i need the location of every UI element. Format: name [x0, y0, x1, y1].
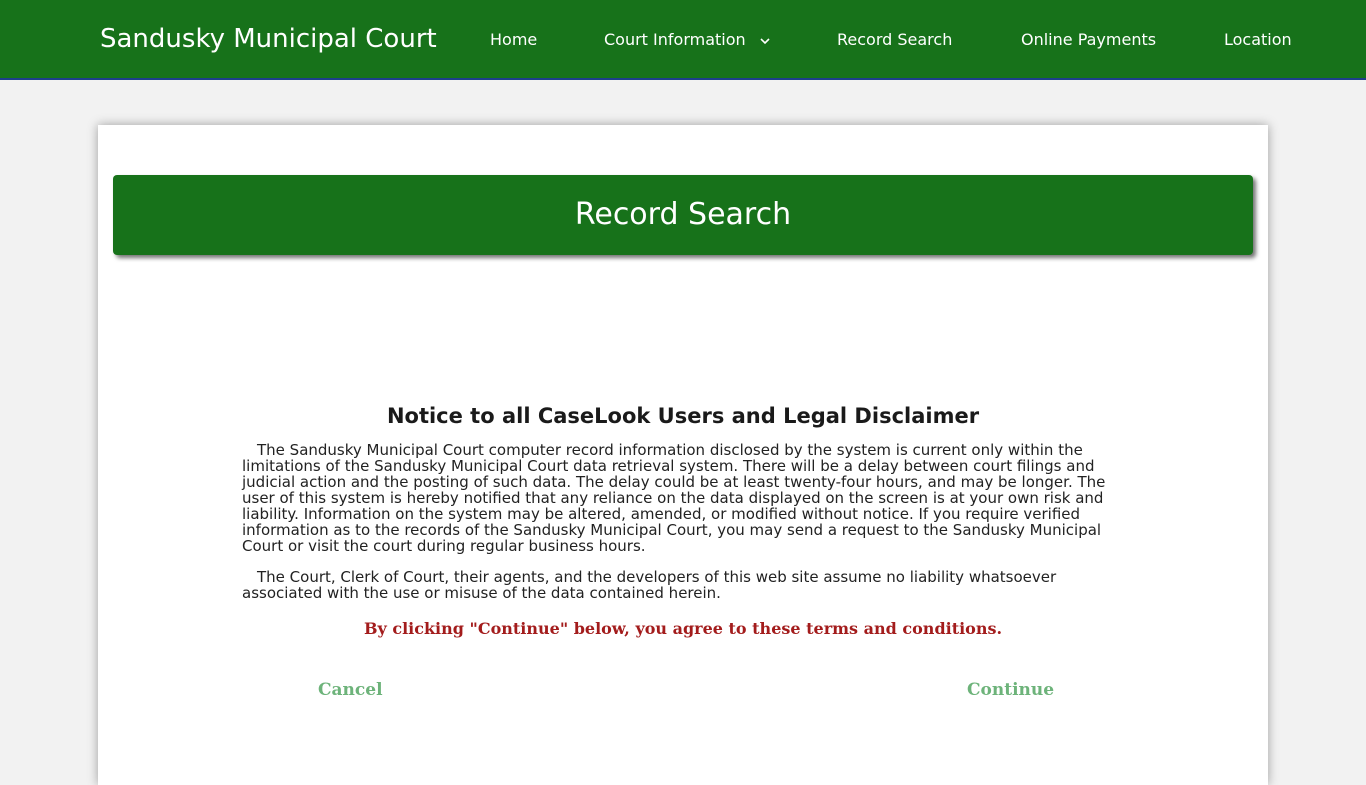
top-navbar: Sandusky Municipal Court Home Court Info… [0, 0, 1366, 80]
continue-button[interactable]: Continue [967, 679, 1054, 701]
nav-location-label: Location [1224, 30, 1292, 49]
chevron-down-icon [760, 37, 770, 44]
page-banner: Record Search [113, 175, 1253, 255]
disclaimer-paragraph-2: The Court, Clerk of Court, their agents,… [242, 568, 1057, 602]
content-card: Record Search Notice to all CaseLook Use… [98, 125, 1268, 785]
nav-online-payments-label: Online Payments [1021, 30, 1157, 49]
site-brand[interactable]: Sandusky Municipal Court [100, 22, 437, 56]
disclaimer-paragraph-1: The Sandusky Municipal Court computer re… [242, 441, 1106, 555]
agreement-notice: By clicking "Continue" below, you agree … [363, 619, 1003, 638]
nav-record-search[interactable]: Record Search [837, 30, 952, 50]
nav-online-payments[interactable]: Online Payments [1021, 30, 1156, 50]
nav-court-information-label: Court Information [604, 30, 746, 49]
nav-court-information[interactable]: Court Information [604, 30, 771, 50]
nav-record-search-label: Record Search [837, 30, 953, 49]
notice-heading: Notice to all CaseLook Users and Legal D… [386, 404, 980, 428]
nav-home[interactable]: Home [490, 30, 537, 50]
nav-home-label: Home [490, 30, 538, 49]
nav-location[interactable]: Location [1224, 30, 1292, 50]
page-title: Record Search [574, 197, 792, 232]
cancel-button[interactable]: Cancel [318, 679, 383, 701]
